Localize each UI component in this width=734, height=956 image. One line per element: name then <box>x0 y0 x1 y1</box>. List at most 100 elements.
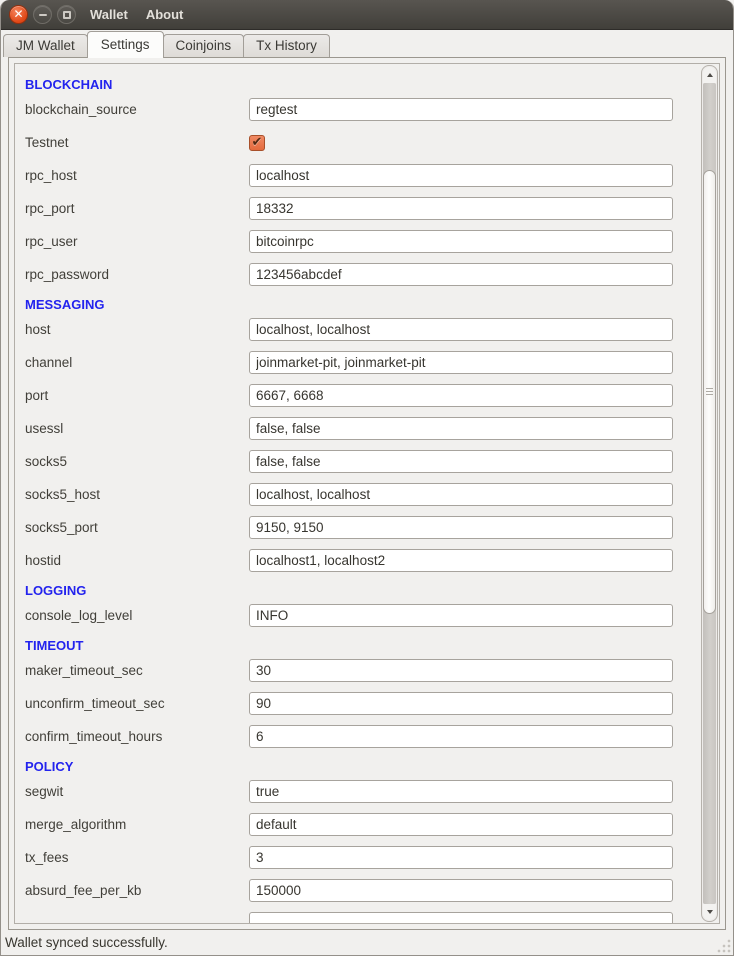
field-row: socks5_host <box>25 483 673 506</box>
scrollbar-thumb[interactable] <box>703 170 716 614</box>
menu-wallet[interactable]: Wallet <box>81 4 137 25</box>
rpc_password-label: rpc_password <box>25 267 249 282</box>
vertical-scrollbar[interactable] <box>701 65 718 922</box>
settings-form: BLOCKCHAIN blockchain_source Testnet✔ rpc_h… <box>15 64 697 924</box>
rpc_user-label: rpc_user <box>25 234 249 249</box>
rpc_user-input[interactable] <box>249 230 673 253</box>
section-title-policy: POLICY <box>25 758 697 776</box>
rpc_host-label: rpc_host <box>25 168 249 183</box>
testnet-checkbox[interactable]: ✔ <box>249 135 265 151</box>
tab-tx-history[interactable]: Tx History <box>243 34 330 57</box>
console_log_level-input[interactable] <box>249 604 673 627</box>
field-row: merge_algorithm <box>25 813 673 836</box>
close-icon: ✕ <box>13 8 23 20</box>
field-row <box>25 912 673 924</box>
socks5_port-label: socks5_port <box>25 520 249 535</box>
merge_algorithm-input[interactable] <box>249 813 673 836</box>
confirm_timeout_hours-label: confirm_timeout_hours <box>25 729 249 744</box>
maximize-button[interactable] <box>57 5 76 24</box>
field-row: rpc_port <box>25 197 673 220</box>
arrow-up-icon <box>707 73 713 77</box>
tx_fees-label: tx_fees <box>25 850 249 865</box>
section-title-messaging: MESSAGING <box>25 296 697 314</box>
section-title-logging: LOGGING <box>25 582 697 600</box>
port-input[interactable] <box>249 384 673 407</box>
tx_fees-input[interactable] <box>249 846 673 869</box>
minimize-button[interactable] <box>33 5 52 24</box>
field-input[interactable] <box>249 912 673 924</box>
field-row: unconfirm_timeout_sec <box>25 692 673 715</box>
field-row: confirm_timeout_hours <box>25 725 673 748</box>
section-title-timeout: TIMEOUT <box>25 637 697 655</box>
socks5_host-label: socks5_host <box>25 487 249 502</box>
absurd_fee_per_kb-label: absurd_fee_per_kb <box>25 883 249 898</box>
settings-pane: BLOCKCHAIN blockchain_source Testnet✔ rpc_h… <box>8 57 726 930</box>
field-row: rpc_user <box>25 230 673 253</box>
field-row: segwit <box>25 780 673 803</box>
menu-about[interactable]: About <box>137 4 193 25</box>
field-row: socks5 <box>25 450 673 473</box>
titlebar: ✕ Wallet About <box>1 0 733 30</box>
checkmark-icon: ✔ <box>252 135 263 148</box>
host-input[interactable] <box>249 318 673 341</box>
field-row: console_log_level <box>25 604 673 627</box>
rpc_port-label: rpc_port <box>25 201 249 216</box>
socks5_host-input[interactable] <box>249 483 673 506</box>
close-button[interactable]: ✕ <box>9 5 28 24</box>
maker_timeout_sec-label: maker_timeout_sec <box>25 663 249 678</box>
field-row: socks5_port <box>25 516 673 539</box>
app-window: ✕ Wallet About JM WalletSettingsCoinjoin… <box>0 0 734 956</box>
tab-coinjoins[interactable]: Coinjoins <box>163 34 245 57</box>
unconfirm_timeout_sec-label: unconfirm_timeout_sec <box>25 696 249 711</box>
scroll-up-button[interactable] <box>703 67 716 83</box>
host-label: host <box>25 322 249 337</box>
field-row: Testnet✔ <box>25 131 673 154</box>
field-row: absurd_fee_per_kb <box>25 879 673 902</box>
tab-jm-wallet[interactable]: JM Wallet <box>3 34 88 57</box>
blockchain_source-label: blockchain_source <box>25 102 249 117</box>
status-message: Wallet synced successfully. <box>5 935 168 950</box>
scroll-down-button[interactable] <box>703 904 716 920</box>
channel-input[interactable] <box>249 351 673 374</box>
unconfirm_timeout_sec-input[interactable] <box>249 692 673 715</box>
usessl-input[interactable] <box>249 417 673 440</box>
port-label: port <box>25 388 249 403</box>
rpc_password-input[interactable] <box>249 263 673 286</box>
minimize-icon <box>39 14 47 16</box>
socks5-label: socks5 <box>25 454 249 469</box>
confirm_timeout_hours-input[interactable] <box>249 725 673 748</box>
rpc_port-input[interactable] <box>249 197 673 220</box>
blockchain_source-input[interactable] <box>249 98 673 121</box>
channel-label: channel <box>25 355 249 370</box>
usessl-label: usessl <box>25 421 249 436</box>
field-row: hostid <box>25 549 673 572</box>
maximize-icon <box>63 11 71 19</box>
segwit-label: segwit <box>25 784 249 799</box>
hostid-label: hostid <box>25 553 249 568</box>
section-title-blockchain: BLOCKCHAIN <box>25 76 697 94</box>
Testnet-label: Testnet <box>25 135 249 150</box>
field-row: blockchain_source <box>25 98 673 121</box>
socks5-input[interactable] <box>249 450 673 473</box>
hostid-input[interactable] <box>249 549 673 572</box>
settings-scroll-area: BLOCKCHAIN blockchain_source Testnet✔ rpc_h… <box>14 63 720 924</box>
field-row: tx_fees <box>25 846 673 869</box>
field-row: usessl <box>25 417 673 440</box>
absurd_fee_per_kb-input[interactable] <box>249 879 673 902</box>
tab-settings[interactable]: Settings <box>87 31 164 58</box>
field-row: host <box>25 318 673 341</box>
field-row: maker_timeout_sec <box>25 659 673 682</box>
field-row: port <box>25 384 673 407</box>
tab-bar: JM WalletSettingsCoinjoinsTx History <box>1 30 733 57</box>
resize-grip[interactable] <box>717 939 731 953</box>
field-row: channel <box>25 351 673 374</box>
socks5_port-input[interactable] <box>249 516 673 539</box>
rpc_host-input[interactable] <box>249 164 673 187</box>
segwit-input[interactable] <box>249 780 673 803</box>
maker_timeout_sec-input[interactable] <box>249 659 673 682</box>
thumb-grip-icon <box>706 388 713 396</box>
field-row: rpc_password <box>25 263 673 286</box>
console_log_level-label: console_log_level <box>25 608 249 623</box>
status-bar: Wallet synced successfully. <box>1 930 733 955</box>
field-row: rpc_host <box>25 164 673 187</box>
